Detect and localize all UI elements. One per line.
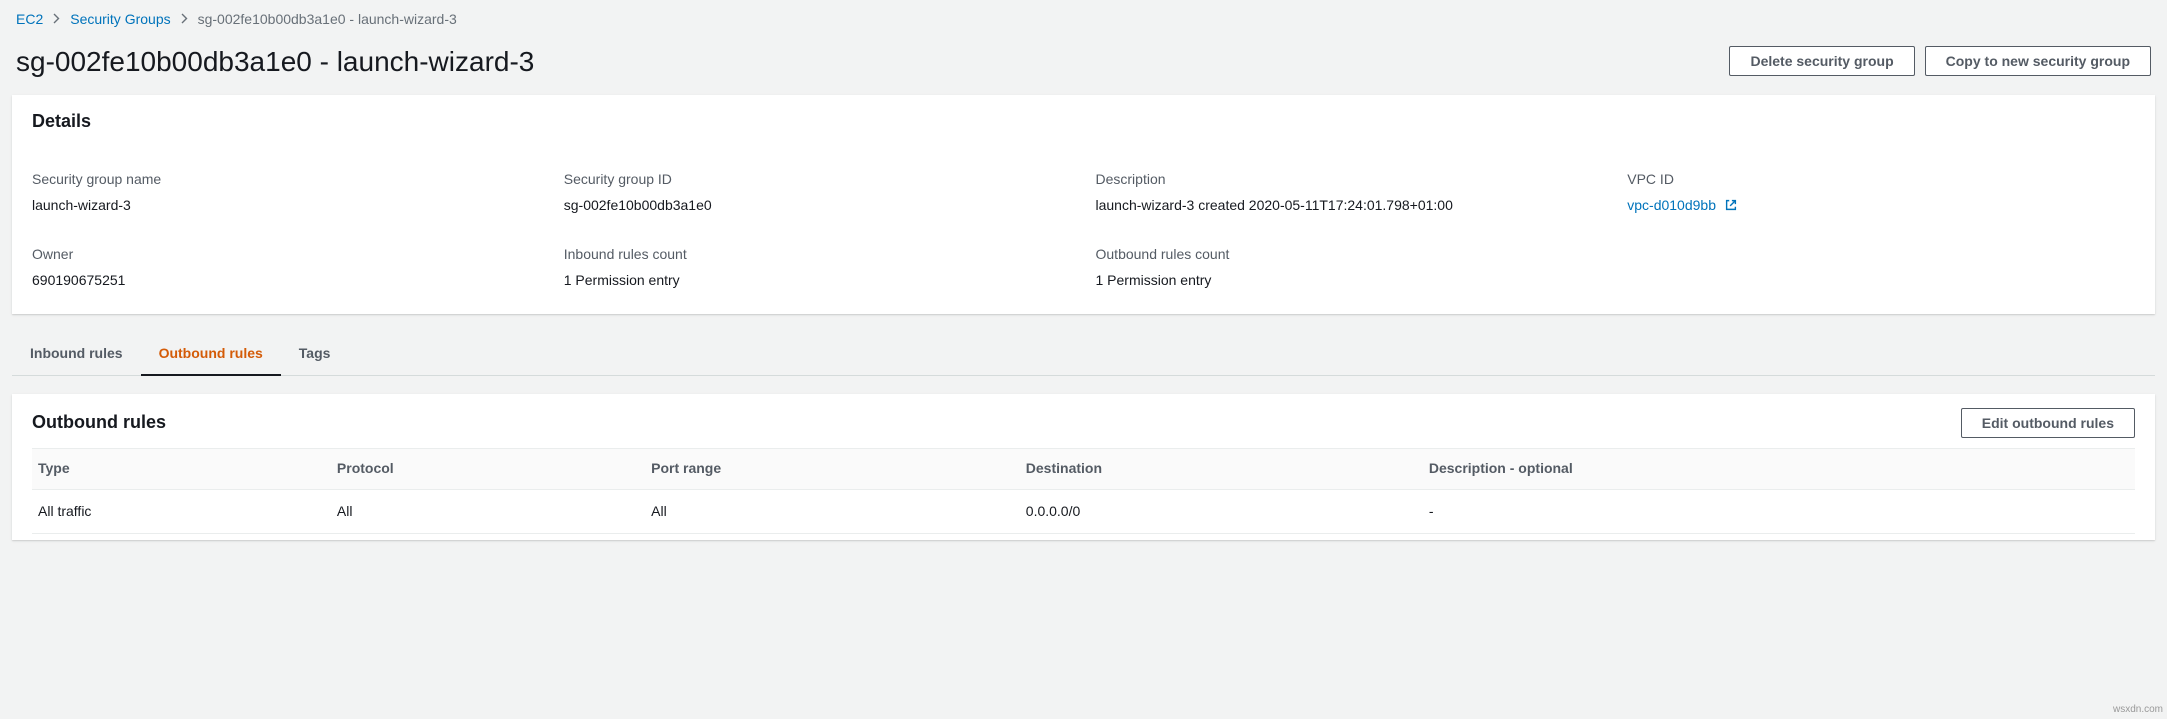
cell-destination: 0.0.0.0/0: [1020, 489, 1423, 534]
breadcrumb-ec2[interactable]: EC2: [16, 10, 43, 30]
cell-protocol: All: [331, 489, 645, 534]
field-label: Description: [1096, 170, 1604, 190]
tabs: Inbound rules Outbound rules Tags: [12, 332, 2155, 376]
field-label: Security group name: [32, 170, 540, 190]
page-title: sg-002fe10b00db3a1e0 - launch-wizard-3: [16, 42, 534, 81]
field-outbound-count: Outbound rules count 1 Permission entry: [1096, 245, 1604, 290]
vpc-link[interactable]: vpc-d010d9bb: [1627, 197, 1716, 213]
field-vpc-id: VPC ID vpc-d010d9bb: [1627, 170, 2135, 217]
tab-outbound-rules[interactable]: Outbound rules: [141, 332, 281, 376]
edit-outbound-rules-button[interactable]: Edit outbound rules: [1961, 408, 2135, 438]
col-port-range[interactable]: Port range: [645, 448, 1020, 489]
outbound-rules-panel: Outbound rules Edit outbound rules Type …: [12, 394, 2155, 540]
breadcrumb-current: sg-002fe10b00db3a1e0 - launch-wizard-3: [198, 10, 457, 30]
field-value: 690190675251: [32, 271, 540, 291]
field-label: VPC ID: [1627, 170, 2135, 190]
details-panel: Details Security group name launch-wizar…: [12, 95, 2155, 315]
copy-security-group-button[interactable]: Copy to new security group: [1925, 46, 2151, 76]
cell-description: -: [1423, 489, 2135, 534]
outbound-rules-title: Outbound rules: [32, 410, 166, 435]
details-panel-title: Details: [32, 109, 91, 134]
tab-tags[interactable]: Tags: [281, 332, 349, 376]
breadcrumb-security-groups[interactable]: Security Groups: [70, 10, 170, 30]
delete-security-group-button[interactable]: Delete security group: [1729, 46, 1914, 76]
field-owner: Owner 690190675251: [32, 245, 540, 290]
table-header-row: Type Protocol Port range Destination Des…: [32, 448, 2135, 489]
col-destination[interactable]: Destination: [1020, 448, 1423, 489]
cell-port-range: All: [645, 489, 1020, 534]
header-actions: Delete security group Copy to new securi…: [1729, 46, 2151, 76]
watermark: wsxdn.com: [2113, 703, 2163, 717]
field-value: launch-wizard-3: [32, 196, 540, 216]
field-security-group-id: Security group ID sg-002fe10b00db3a1e0: [564, 170, 1072, 217]
field-inbound-count: Inbound rules count 1 Permission entry: [564, 245, 1072, 290]
field-value: 1 Permission entry: [564, 271, 1072, 291]
outbound-rules-table: Type Protocol Port range Destination Des…: [32, 448, 2135, 534]
breadcrumb: EC2 Security Groups sg-002fe10b00db3a1e0…: [0, 0, 2167, 42]
cell-type: All traffic: [32, 489, 331, 534]
field-label: Owner: [32, 245, 540, 265]
page-header: sg-002fe10b00db3a1e0 - launch-wizard-3 D…: [0, 42, 2167, 95]
field-value: launch-wizard-3 created 2020-05-11T17:24…: [1096, 196, 1604, 216]
chevron-right-icon: [53, 10, 60, 30]
field-security-group-name: Security group name launch-wizard-3: [32, 170, 540, 217]
col-protocol[interactable]: Protocol: [331, 448, 645, 489]
tab-inbound-rules[interactable]: Inbound rules: [12, 332, 141, 376]
field-label: Inbound rules count: [564, 245, 1072, 265]
field-label: Security group ID: [564, 170, 1072, 190]
field-description: Description launch-wizard-3 created 2020…: [1096, 170, 1604, 217]
table-row[interactable]: All traffic All All 0.0.0.0/0 -: [32, 489, 2135, 534]
external-link-icon: [1724, 198, 1738, 218]
col-description[interactable]: Description - optional: [1423, 448, 2135, 489]
chevron-right-icon: [181, 10, 188, 30]
col-type[interactable]: Type: [32, 448, 331, 489]
field-label: Outbound rules count: [1096, 245, 1604, 265]
field-value: 1 Permission entry: [1096, 271, 1604, 291]
field-value: sg-002fe10b00db3a1e0: [564, 196, 1072, 216]
